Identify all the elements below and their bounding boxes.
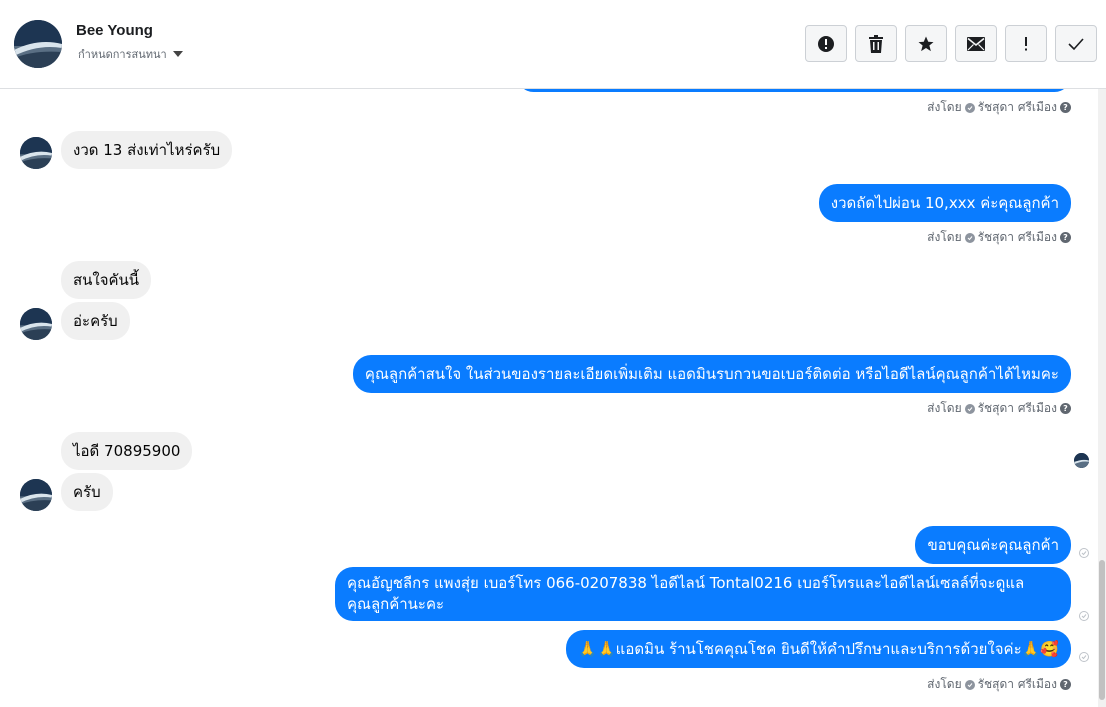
scrollbar-thumb[interactable] bbox=[1099, 560, 1105, 700]
sent-by-agent: รัชสุดา ศรีเมือง bbox=[977, 230, 1057, 244]
sent-by-line: ส่งโดย รัชสุดา ศรีเมือง ? bbox=[927, 399, 1071, 418]
caret-down-icon bbox=[172, 51, 183, 57]
message-bubble-outgoing[interactable]: งวดถัดไปผ่อน 10,xxx ค่ะคุณลูกค้า bbox=[818, 184, 1071, 222]
contact-avatar-small[interactable] bbox=[20, 479, 52, 511]
contact-avatar-small[interactable] bbox=[20, 137, 52, 169]
alert-circle-icon bbox=[818, 35, 834, 52]
conversation-toolbar bbox=[805, 25, 1097, 62]
mark-done-button[interactable] bbox=[1055, 25, 1097, 62]
star-button[interactable] bbox=[905, 25, 947, 62]
verified-icon bbox=[964, 232, 975, 243]
sent-by-agent: รัชสุดา ศรีเมือง bbox=[977, 401, 1057, 415]
sent-by-agent: รัชสุดา ศรีเมือง bbox=[977, 677, 1057, 691]
message-bubble-incoming[interactable]: ครับ bbox=[61, 473, 113, 511]
verified-icon bbox=[964, 102, 975, 113]
message-bubble-outgoing[interactable]: 🙏🙏แอดมิน ร้านโชคคุณโชค ยินดีให้คำปรึกษาแ… bbox=[566, 630, 1071, 668]
help-icon[interactable]: ? bbox=[1060, 232, 1071, 243]
message-bubble-outgoing[interactable]: คุณลูกค้าสนใจ ในส่วนของรายละเอียดเพิ่มเต… bbox=[352, 355, 1071, 393]
help-icon[interactable]: ? bbox=[1060, 102, 1071, 113]
message-bubble-outgoing[interactable]: คุณอัญชลีกร แพงสุ่ย เบอร์โทร 066-0207838… bbox=[335, 567, 1071, 621]
help-icon[interactable]: ? bbox=[1060, 679, 1071, 690]
sent-by-line: ส่งโดย รัชสุดา ศรีเมือง ? bbox=[927, 98, 1071, 117]
sent-by-agent: รัชสุดา ศรีเมือง bbox=[977, 100, 1057, 114]
conversation-label: กำหนดการสนทนา bbox=[78, 48, 167, 61]
message-bubble-incoming[interactable]: สนใจคันนี้ bbox=[61, 261, 152, 299]
message-line: คุณอัญชลีกร แพงสุ่ย เบอร์โทร 066-0207838… bbox=[347, 574, 1025, 592]
star-icon bbox=[918, 36, 934, 51]
message-bubble-incoming[interactable]: งวด 13 ส่งเท่าไหร่ครับ bbox=[61, 131, 233, 169]
message-bubble-outgoing bbox=[517, 89, 1071, 92]
sent-by-prefix: ส่งโดย bbox=[927, 230, 962, 244]
read-receipt-avatar bbox=[1074, 453, 1089, 468]
delivered-check-icon bbox=[1079, 548, 1089, 558]
sent-by-line: ส่งโดย รัชสุดา ศรีเมือง ? bbox=[927, 675, 1071, 694]
envelope-icon bbox=[967, 36, 985, 51]
verified-icon bbox=[964, 679, 975, 690]
delivered-check-icon bbox=[1079, 611, 1089, 621]
sent-by-prefix: ส่งโดย bbox=[927, 677, 962, 691]
help-icon[interactable]: ? bbox=[1060, 403, 1071, 414]
verified-icon bbox=[964, 403, 975, 414]
contact-name[interactable]: Bee Young bbox=[76, 22, 153, 39]
delete-button[interactable] bbox=[855, 25, 897, 62]
message-bubble-outgoing[interactable]: ขอบคุณค่ะคุณลูกค้า bbox=[915, 526, 1071, 564]
message-thread[interactable]: ส่งโดย รัชสุดา ศรีเมือง ? งวด 13 ส่งเท่า… bbox=[0, 89, 1106, 707]
sent-by-prefix: ส่งโดย bbox=[927, 100, 962, 114]
exclamation-icon bbox=[1025, 36, 1027, 50]
delivered-check-icon bbox=[1079, 652, 1089, 662]
contact-avatar-small[interactable] bbox=[20, 308, 52, 340]
flag-button[interactable] bbox=[1005, 25, 1047, 62]
checkmark-icon bbox=[1068, 37, 1084, 50]
trash-icon bbox=[869, 34, 883, 53]
contact-avatar[interactable] bbox=[14, 20, 62, 68]
conversation-header: Bee Young กำหนดการสนทนา bbox=[0, 0, 1106, 89]
message-line: คุณลูกค้านะคะ bbox=[347, 595, 445, 613]
conversation-label-dropdown[interactable]: กำหนดการสนทนา bbox=[78, 45, 183, 63]
sent-by-prefix: ส่งโดย bbox=[927, 401, 962, 415]
mark-spam-button[interactable] bbox=[805, 25, 847, 62]
message-bubble-incoming[interactable]: ไอดี 70895900 bbox=[61, 432, 193, 470]
mark-unread-button[interactable] bbox=[955, 25, 997, 62]
message-bubble-incoming[interactable]: อ่ะครับ bbox=[61, 302, 130, 340]
sent-by-line: ส่งโดย รัชสุดา ศรีเมือง ? bbox=[927, 228, 1071, 247]
